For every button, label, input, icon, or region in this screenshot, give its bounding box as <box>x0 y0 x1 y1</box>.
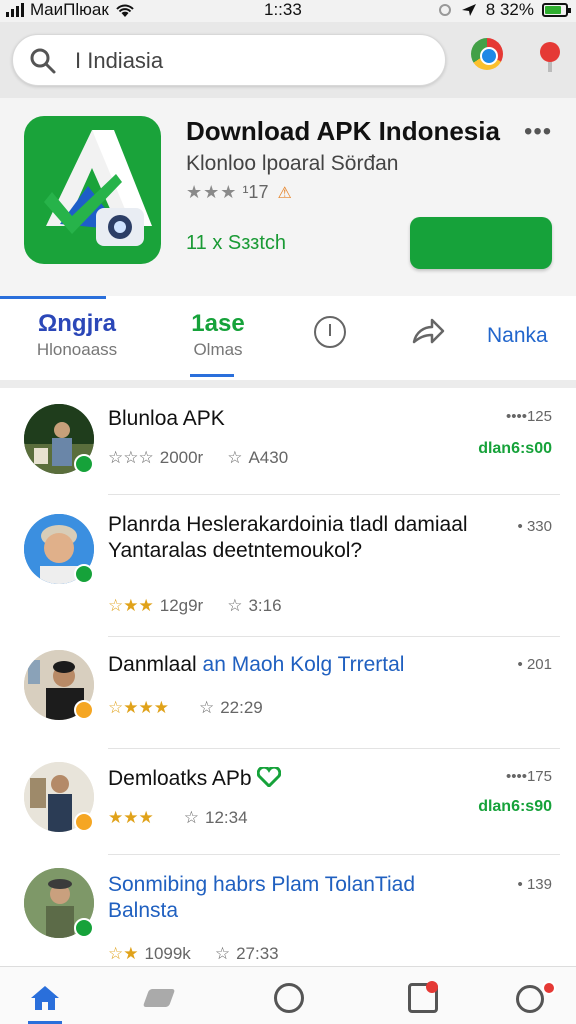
item-meta: ☆☆☆ 2000r ☆ A430 <box>108 448 288 468</box>
star-icon: ☆ <box>227 448 243 467</box>
item-stars: ☆★ <box>108 944 139 963</box>
tab-details[interactable]: 1ase Olmas <box>180 310 256 377</box>
tab-details-underline <box>190 374 234 377</box>
bottom-nav <box>0 966 576 1024</box>
app-title: Download APK Indonesia <box>186 116 500 146</box>
carrier-label: MaиΠlюaк <box>30 0 109 19</box>
rating-stars: ★★★ <box>186 182 238 202</box>
tab-overview-label: Ωngjra <box>38 310 116 337</box>
section-divider <box>0 380 576 388</box>
item-title: Demloatks APb <box>108 765 282 792</box>
star-icon: ☆ <box>183 808 199 827</box>
item-time: • 139 <box>517 876 552 893</box>
chrome-icon[interactable] <box>471 38 503 70</box>
item-stars: ☆★★★ <box>108 698 169 717</box>
app-rating: ★★★ ¹17 ⚠ <box>186 182 292 203</box>
item-stars: ☆☆☆ <box>108 448 154 467</box>
list-item[interactable]: Demloatks APb ★★★ ☆ 12:34 ••••175 dlan6:… <box>0 748 576 855</box>
item-stars: ★★★ <box>108 808 154 827</box>
item-title: Blunloa APK <box>108 407 225 430</box>
list-item[interactable]: Planrda Heslerakardoinia tladl damiaal Y… <box>0 494 576 637</box>
item-count2: 27:33 <box>236 944 279 963</box>
item-time: ••••125 <box>505 408 552 425</box>
item-time: • 330 <box>517 518 552 535</box>
item-count: 12g9r <box>159 596 204 615</box>
item-title: Sonmibing habrs Plam TolanTiad Balnsta <box>108 873 416 922</box>
home-icon[interactable] <box>30 985 60 1011</box>
profile-badge-icon <box>542 981 556 995</box>
navigation-icon <box>461 4 476 16</box>
more-options-icon[interactable]: ••• <box>524 118 552 146</box>
notification-pin-icon[interactable] <box>540 42 560 72</box>
wifi-icon <box>116 4 134 17</box>
item-count: 1099k <box>144 944 191 963</box>
list-item[interactable]: Sonmibing habrs Plam TolanTiad Balnsta ☆… <box>0 854 576 966</box>
list-item[interactable]: Blunloa APK ☆☆☆ 2000r ☆ A430 ••••125 dla… <box>0 388 576 495</box>
tab-details-sublabel: Olmas <box>193 340 243 359</box>
play-icon[interactable] <box>274 983 304 1013</box>
inbox-badge-icon <box>426 981 438 993</box>
item-count2: A430 <box>248 448 289 467</box>
list-item[interactable]: Danmlaal an Maoh Kolg Trrertal ☆★★★ ☆ 22… <box>0 636 576 749</box>
search-bar[interactable] <box>12 34 446 86</box>
item-meta: ★★★ ☆ 12:34 <box>108 808 248 828</box>
battery-icon <box>542 3 571 17</box>
item-title: Danmlaal an Maoh Kolg Trrertal <box>108 653 405 676</box>
search-icon[interactable] <box>29 47 57 75</box>
item-tag: dlan6:s90 <box>478 798 552 815</box>
award-badge-icon <box>74 812 94 832</box>
item-count2: 12:34 <box>204 808 248 827</box>
search-header <box>0 22 576 98</box>
report-icon[interactable] <box>314 316 346 348</box>
item-meta: ☆★★★ ☆ 22:29 <box>108 698 263 718</box>
item-count2: 22:29 <box>220 698 263 717</box>
tab-link[interactable]: Nanka <box>487 324 548 348</box>
heart-icon <box>257 765 282 789</box>
item-title: Planrda Heslerakardoinia tladl damiaal Y… <box>108 513 468 562</box>
online-badge-icon <box>74 564 94 584</box>
tab-bar: Ωngjra Hlonoaass 1ase Olmas Nanka <box>0 296 576 380</box>
battery-percent: 8 32% <box>485 0 534 19</box>
award-badge-icon <box>74 700 94 720</box>
search-input[interactable] <box>75 47 435 75</box>
item-meta: ☆★ 1099k ☆ 27:33 <box>108 944 279 964</box>
item-meta: ☆★★ 12g9r ☆ 3:16 <box>108 596 282 616</box>
star-icon: ☆ <box>214 944 231 963</box>
star-icon: ☆ <box>198 698 215 717</box>
tab-indicator <box>0 296 106 299</box>
tab-overview-sublabel: Hlonoaass <box>36 340 118 359</box>
tab-details-label: 1ase <box>191 310 245 337</box>
item-count2: 3:16 <box>248 596 282 615</box>
clock: 1::33 <box>264 0 302 19</box>
item-tag: dlan6:s00 <box>478 440 552 457</box>
install-button[interactable] <box>410 217 552 269</box>
item-count: 2000r <box>159 448 204 467</box>
profile-icon[interactable] <box>516 985 544 1013</box>
item-time: • 201 <box>517 656 552 673</box>
item-time: ••••175 <box>505 768 552 785</box>
apps-icon[interactable] <box>142 989 176 1007</box>
app-hero: Download APK Indonesia ••• Klonloo lpoar… <box>0 98 576 296</box>
share-icon[interactable] <box>410 314 446 350</box>
star-icon: ☆ <box>227 596 243 615</box>
signal-icon <box>6 3 24 17</box>
app-size: 11 x Sззtсh <box>186 232 287 254</box>
age-badge-icon: ⚠ <box>277 185 292 202</box>
location-icon <box>438 4 451 16</box>
app-developer[interactable]: Klonloo lpoaral Sörđan <box>186 152 398 176</box>
online-badge-icon <box>74 918 94 938</box>
app-logo-icon <box>24 116 161 264</box>
tab-overview[interactable]: Ωngjra Hlonoaass <box>22 310 132 360</box>
item-stars: ☆★★ <box>108 596 154 615</box>
status-bar: MaиΠlюaк 1::33 8 32% <box>0 0 576 22</box>
rating-value: ¹17 <box>242 182 269 202</box>
online-badge-icon <box>74 454 94 474</box>
